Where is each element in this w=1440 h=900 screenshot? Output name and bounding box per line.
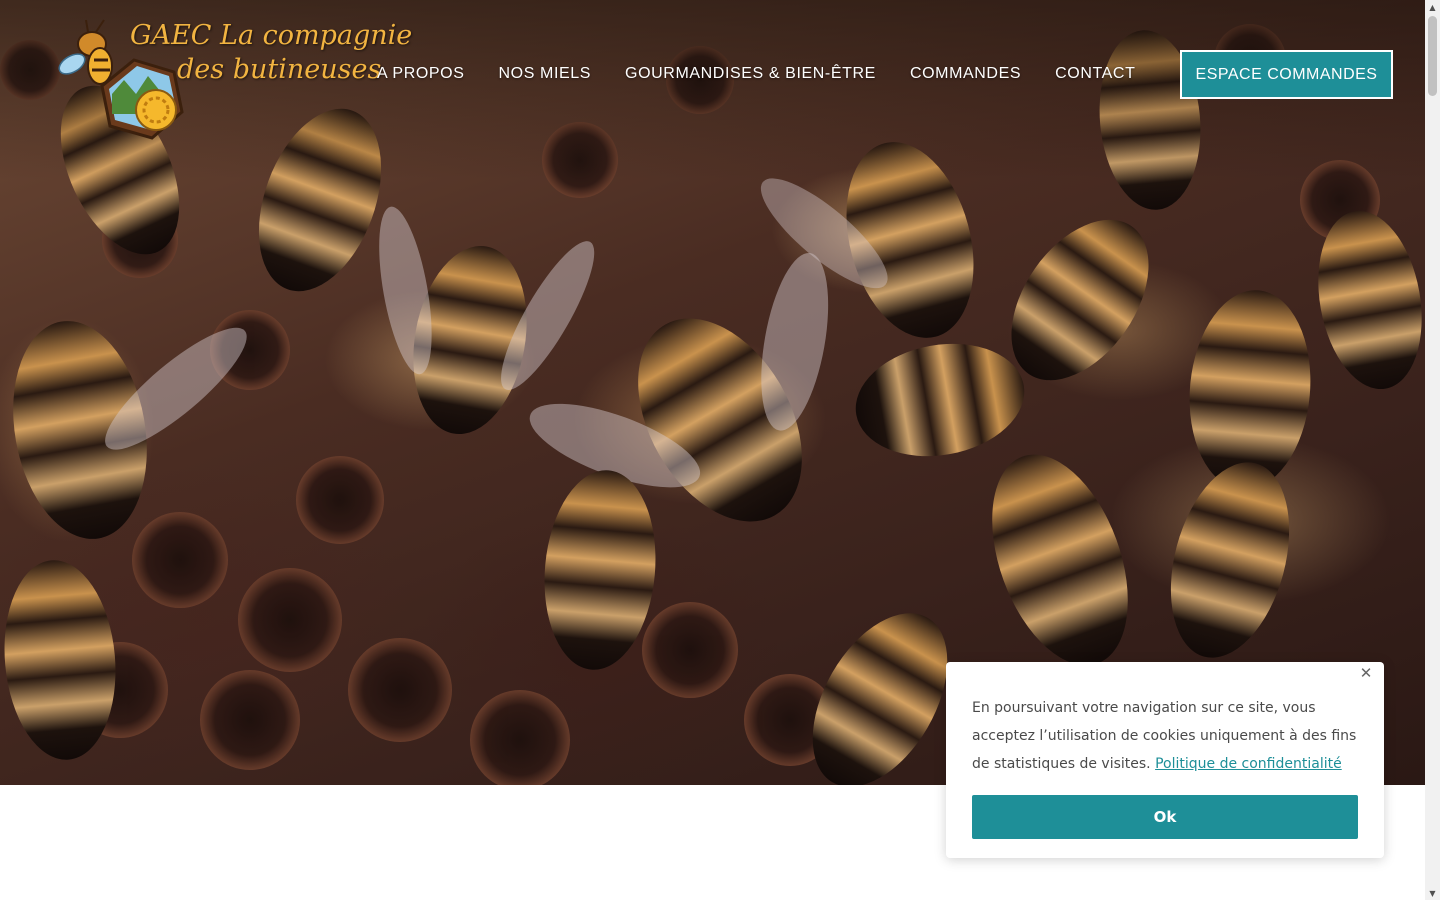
privacy-policy-link[interactable]: Politique de confidentialité [1155, 756, 1342, 772]
cookie-message: En poursuivant votre navigation sur ce s… [972, 694, 1364, 778]
nav-item-commandes[interactable]: COMMANDES [910, 65, 1021, 83]
nav-item-contact[interactable]: CONTACT [1055, 65, 1135, 83]
espace-commandes-button[interactable]: ESPACE COMMANDES [1180, 50, 1393, 99]
logo-title-line2: des butineuses [177, 54, 382, 85]
scroll-down-arrow-icon[interactable]: ▼ [1425, 886, 1440, 900]
nav-item-gourmandises[interactable]: GOURMANDISES & BIEN-ÊTRE [625, 65, 876, 83]
close-icon[interactable]: ✕ [1358, 665, 1374, 681]
cookie-consent-banner: ✕ En poursuivant votre navigation sur ce… [946, 662, 1384, 858]
page-scrollbar[interactable]: ▲ ▼ [1425, 0, 1440, 900]
scrollbar-thumb[interactable] [1428, 16, 1437, 96]
scroll-up-arrow-icon[interactable]: ▲ [1425, 0, 1440, 14]
site-logo[interactable]: GAEC La compagnie des butineuses [52, 14, 412, 144]
logo-title-line1: GAEC La compagnie [130, 20, 413, 51]
nav-item-nos-miels[interactable]: NOS MIELS [499, 65, 592, 83]
nav-item-a-propos[interactable]: A PROPOS [377, 65, 465, 83]
cookie-ok-button[interactable]: Ok [972, 795, 1358, 839]
main-navigation: A PROPOS NOS MIELS GOURMANDISES & BIEN-Ê… [360, 50, 1152, 98]
